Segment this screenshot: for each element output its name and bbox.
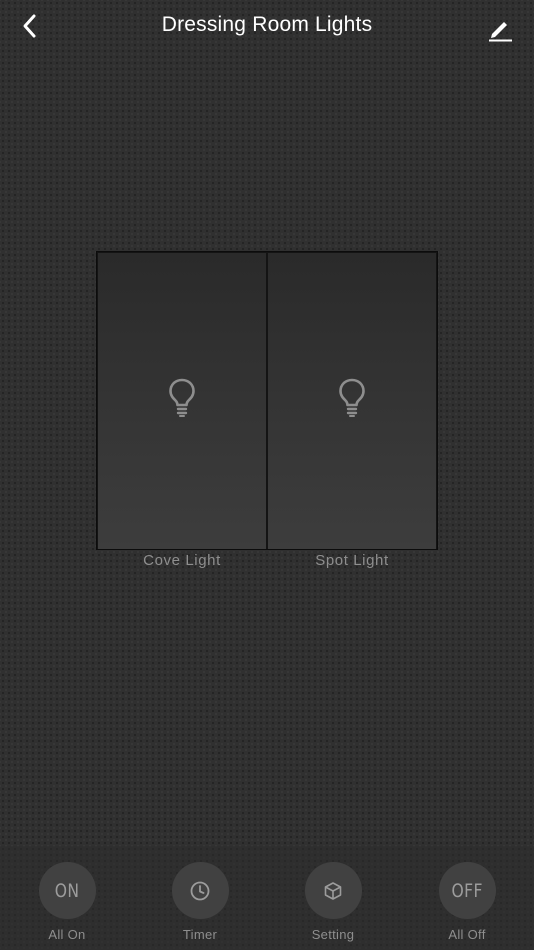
switch-label-spot-light: Spot Light <box>315 552 389 569</box>
all-on-button[interactable]: ON All On <box>27 862 107 942</box>
pencil-icon <box>489 22 512 42</box>
cube-icon <box>324 881 342 900</box>
all-on-icon: ON <box>38 862 96 919</box>
edit-button[interactable] <box>484 12 516 44</box>
setting-label: Setting <box>311 927 355 942</box>
switch-label-cove-light: Cove Light <box>143 552 221 569</box>
bottom-action-bar: ON All On Timer Setting OFF All Off <box>0 846 534 950</box>
all-off-label: All Off <box>448 927 486 942</box>
all-off-button[interactable]: OFF All Off <box>427 862 507 942</box>
timer-button[interactable]: Timer <box>160 862 240 942</box>
setting-button[interactable]: Setting <box>293 862 373 942</box>
lightbulb-icon <box>169 378 195 417</box>
switch-panel <box>96 251 438 550</box>
lightbulb-icon <box>339 378 365 417</box>
all-off-icon: OFF <box>438 862 496 919</box>
switch-cove-light[interactable] <box>98 253 266 549</box>
clock-icon <box>190 881 210 900</box>
switch-spot-light[interactable] <box>268 253 436 549</box>
header-bar: Dressing Room Lights <box>0 0 534 54</box>
timer-label: Timer <box>182 927 218 942</box>
all-on-label: All On <box>48 927 86 942</box>
page-title: Dressing Room Lights <box>161 13 373 36</box>
